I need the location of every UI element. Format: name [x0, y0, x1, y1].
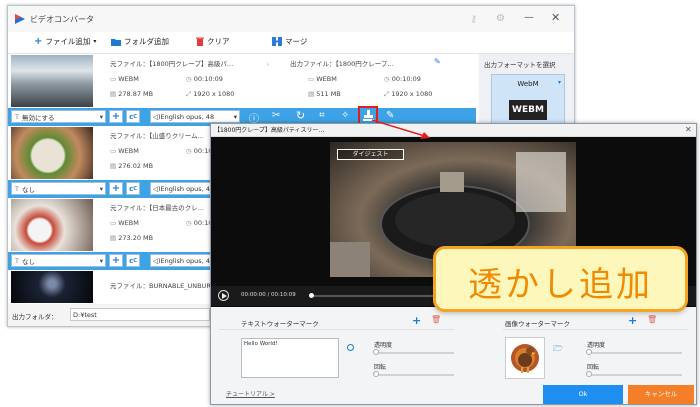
dialog-title: 【1800円クレープ】高級パティスリー… — [211, 124, 696, 137]
add-folder-button[interactable]: フォルダ追加 — [111, 36, 169, 47]
toolbar: + ファイル追加 ▾ フォルダ追加 クリア マージ — [8, 32, 574, 54]
settings-icon[interactable]: ⚙ — [496, 13, 505, 24]
subtitle-icon: T — [15, 112, 19, 121]
video-thumbnail[interactable] — [11, 127, 93, 179]
chevron-down-icon[interactable]: ▾ — [93, 38, 96, 45]
cut-icon[interactable]: ✂ — [272, 110, 280, 121]
play-icon — [222, 293, 227, 299]
plus-icon: + — [34, 36, 43, 47]
time-readout: 00:00:00 / 00:10:09 — [241, 292, 296, 298]
dialog-close-button[interactable]: ✕ — [685, 125, 692, 134]
delete-text-watermark-icon[interactable]: 🗑 — [431, 315, 441, 324]
audio-track-select[interactable]: ◁) English opus, 4 — [150, 254, 218, 267]
clear-button[interactable]: クリア — [196, 36, 230, 47]
annotation-arrow — [371, 119, 430, 139]
image-rotate-handle[interactable] — [586, 371, 592, 377]
text-opacity-label: 透明度 — [374, 342, 393, 349]
subtitle-select[interactable]: T なし ▾ — [11, 254, 106, 267]
output-folder-field[interactable]: D:¥test — [70, 308, 210, 321]
subtitle-select[interactable]: T 無効にする ▾ — [11, 110, 106, 123]
watermark-callout: 透かし追加 — [433, 246, 688, 312]
key-icon[interactable]: ⚷ — [470, 14, 477, 25]
add-subtitle-button[interactable]: + — [109, 182, 123, 195]
text-rotate-label: 回転 — [374, 364, 387, 371]
output-format-heading: 出力フォーマットを選択 — [484, 61, 556, 69]
image-watermark-heading: 画像ウォーターマーク — [505, 320, 570, 328]
folder-open-icon[interactable]: 🗁 — [553, 343, 563, 357]
close-button[interactable]: ✕ — [551, 11, 560, 24]
subtitle-icon: T — [15, 184, 19, 193]
callout-text: 透かし追加 — [468, 265, 653, 305]
watermark-text-preview[interactable]: ダイジェスト — [337, 149, 404, 160]
subtitle-style-button[interactable]: cC — [126, 110, 140, 123]
subtitle-icon: T — [15, 256, 19, 265]
app-logo-icon — [14, 13, 26, 25]
folder-add-icon — [111, 38, 121, 46]
rotate-icon[interactable]: ↻ — [296, 109, 305, 122]
subtitle-style-button[interactable]: cC — [126, 254, 140, 267]
ok-button[interactable]: Ok — [543, 385, 623, 404]
image-opacity-handle[interactable] — [586, 349, 592, 355]
watermark-text-input[interactable]: Hello World! — [241, 338, 339, 378]
title-bar: ビデオコンバータ ⚷ ⚙ — ✕ — [8, 6, 574, 32]
text-watermark-heading: テキストウォーターマーク — [241, 320, 319, 328]
merge-button[interactable]: マージ — [272, 36, 307, 47]
add-subtitle-button[interactable]: + — [109, 254, 123, 267]
webm-badge: WEBM — [509, 100, 547, 120]
text-opacity-slider[interactable] — [374, 352, 454, 354]
subtitle-style-button[interactable]: cC — [126, 182, 140, 195]
video-thumbnail[interactable] — [11, 271, 93, 303]
subtitle-select[interactable]: T なし ▾ — [11, 182, 106, 195]
play-button[interactable] — [218, 290, 229, 301]
app-title: ビデオコンバータ — [30, 15, 94, 24]
chevron-down-icon: ▾ — [557, 79, 561, 86]
audio-track-select[interactable]: ◁) English opus, 4 — [150, 182, 218, 195]
audio-track-select[interactable]: ◁) English opus, 48 ▾ — [150, 110, 240, 123]
trash-icon — [196, 37, 204, 46]
add-text-watermark-button[interactable]: + — [412, 314, 421, 327]
video-thumbnail[interactable] — [11, 55, 93, 107]
image-watermark-preview[interactable] — [505, 337, 545, 379]
tutorial-link[interactable]: チュートリアル > — [226, 389, 275, 398]
output-folder-label: 出力フォルダ： — [12, 313, 58, 321]
cancel-button[interactable]: キャンセル — [628, 385, 694, 404]
text-rotate-slider[interactable] — [374, 374, 454, 376]
file-row[interactable]: 元ファイル：【1800円クレープ】高級パ… ▭ WEBM ◷ 00:10:09 … — [8, 54, 476, 108]
crop-icon[interactable]: ⌗ — [319, 110, 325, 121]
text-style-radio[interactable] — [347, 344, 354, 351]
image-opacity-label: 透明度 — [587, 342, 606, 349]
edit-icon[interactable]: ✎ — [434, 57, 441, 66]
speaker-icon: ◁) — [153, 112, 161, 121]
image-rotate-slider[interactable] — [587, 374, 682, 376]
video-thumbnail[interactable] — [11, 199, 93, 251]
text-rotate-handle[interactable] — [373, 371, 379, 377]
add-file-button[interactable]: + ファイル追加 ▾ — [34, 36, 96, 47]
add-image-watermark-button[interactable]: + — [628, 314, 637, 327]
text-opacity-handle[interactable] — [373, 349, 379, 355]
image-opacity-slider[interactable] — [587, 352, 682, 354]
effects-icon[interactable]: ✧ — [341, 110, 349, 121]
watermark-settings: テキストウォーターマーク + 🗑 Hello World! 透明度 回転 画像ウ… — [211, 307, 696, 404]
seek-handle[interactable] — [309, 293, 314, 298]
arrow-right-icon: › — [266, 60, 270, 70]
add-subtitle-button[interactable]: + — [109, 110, 123, 123]
minimize-button[interactable]: — — [524, 12, 534, 23]
turkey-image — [511, 344, 539, 373]
delete-image-watermark-icon[interactable]: 🗑 — [647, 315, 657, 324]
image-rotate-label: 回転 — [587, 364, 600, 371]
merge-icon — [272, 37, 282, 46]
